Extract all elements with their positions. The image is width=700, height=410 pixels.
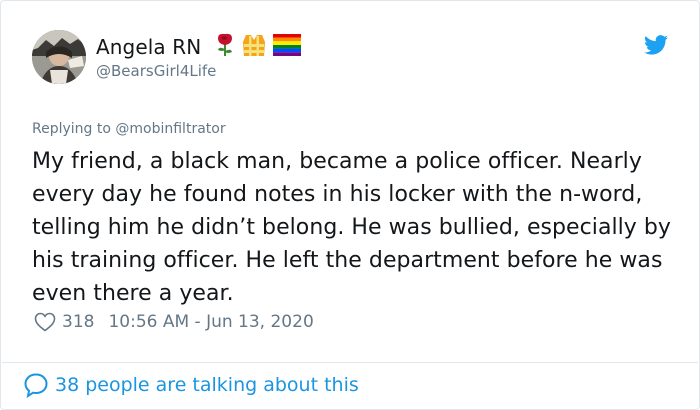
tweet-text: My friend, a black man, became a police … — [32, 149, 672, 306]
heart-icon[interactable] — [34, 312, 56, 332]
reply-mention-link[interactable]: @mobinfiltrator — [115, 121, 225, 137]
rainbow-flag-icon — [273, 34, 302, 60]
conversation-count-label[interactable]: 38 people are talking about this — [55, 374, 359, 396]
display-name[interactable]: Angela RN — [96, 35, 201, 59]
avatar[interactable] — [32, 30, 86, 84]
user-handle[interactable]: @BearsGirl4Life — [96, 62, 301, 80]
divider — [2, 362, 698, 363]
reply-prefix: Replying to — [32, 121, 111, 137]
timestamp[interactable]: 10:56 AM - Jun 13, 2020 — [108, 312, 313, 332]
conversation-link[interactable]: 38 people are talking about this — [23, 372, 359, 399]
tweet-meta: 318 10:56 AM - Jun 13, 2020 — [34, 312, 314, 332]
like-count[interactable]: 318 — [62, 312, 94, 332]
safety-vest-icon — [241, 32, 267, 62]
tweet-card: Angela RN @BearsGirl4Life Replying to @m… — [0, 0, 700, 410]
reply-context: Replying to @mobinfiltrator — [32, 121, 226, 137]
speech-bubble-icon — [23, 372, 49, 399]
twitter-bird-icon[interactable] — [644, 35, 668, 55]
rose-icon — [215, 33, 235, 61]
user-header: Angela RN @BearsGirl4Life — [96, 32, 302, 84]
